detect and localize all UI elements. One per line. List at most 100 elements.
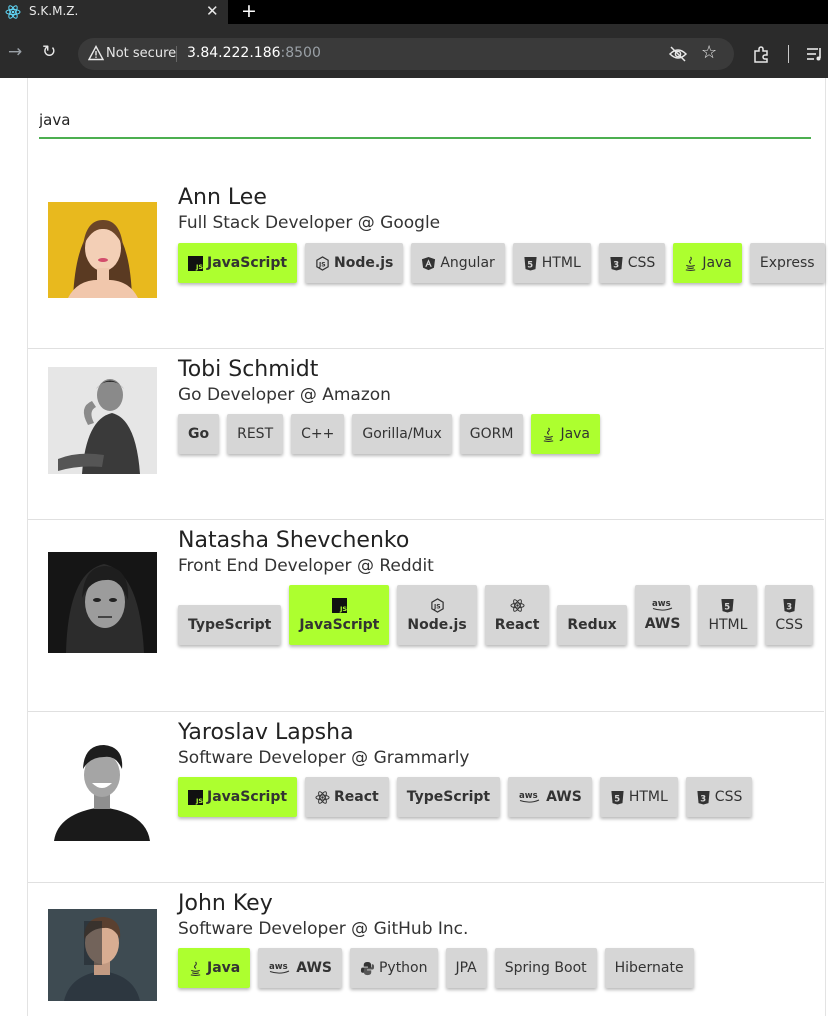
svg-text:3: 3 <box>786 601 792 611</box>
skill-chip-react[interactable]: React <box>305 777 389 817</box>
skill-chip-spring-boot[interactable]: Spring Boot <box>494 948 597 988</box>
skill-chip-hibernate[interactable]: Hibernate <box>604 948 694 988</box>
skill-chip-typescript[interactable]: TypeScript <box>178 605 282 645</box>
skill-chip-html[interactable]: 5 HTML <box>698 585 758 645</box>
skill-label: JavaScript <box>207 789 288 805</box>
skill-chip-nodejs[interactable]: JS Node.js <box>305 243 404 283</box>
skill-chip-nodejs[interactable]: JS Node.js <box>397 585 477 645</box>
skill-label: AWS <box>546 789 582 805</box>
aws-icon: aws <box>269 962 290 974</box>
skill-label: Go <box>188 426 210 442</box>
skill-label: JPA <box>455 960 477 976</box>
skill-chip-aws[interactable]: aws AWS <box>508 777 592 817</box>
skill-chip-aws[interactable]: aws AWS <box>634 585 691 645</box>
skill-chip-html[interactable]: 5 HTML <box>599 777 678 817</box>
skill-label: Python <box>378 960 428 976</box>
python-icon <box>360 961 375 975</box>
skill-chip-javascript[interactable]: JS JavaScript <box>178 243 298 283</box>
developer-card: Natasha Shevchenko Front End Developer @… <box>28 520 824 712</box>
skill-chip-react[interactable]: React <box>484 585 550 645</box>
security-label[interactable]: Not secure <box>106 46 176 61</box>
url-port: :8500 <box>280 45 321 61</box>
nodejs-icon: JS <box>316 255 329 271</box>
skill-label: Java <box>207 960 241 976</box>
developer-card: Ann Lee Full Stack Developer @ Google JS… <box>28 137 825 349</box>
skill-label: AWS <box>296 960 332 976</box>
skill-chip-aws[interactable]: aws AWS <box>258 948 342 988</box>
skill-chip-css[interactable]: 3 CSS <box>685 777 753 817</box>
svg-text:aws: aws <box>519 791 538 801</box>
skill-chip-java[interactable]: Java <box>178 948 251 988</box>
java-icon <box>190 961 201 976</box>
skill-chip-express[interactable]: Express <box>749 243 825 283</box>
developer-name: John Key <box>178 891 273 916</box>
extensions-icon[interactable] <box>752 46 770 64</box>
js-icon: JS <box>188 255 203 271</box>
developer-role: Software Developer @ GitHub Inc. <box>178 919 469 939</box>
skill-chip-jpa[interactable]: JPA <box>445 948 487 988</box>
css3-icon: 3 <box>783 598 796 613</box>
skill-label: Angular <box>440 255 495 271</box>
eye-off-icon[interactable] <box>668 45 688 63</box>
skill-label: Redux <box>567 617 617 633</box>
skill-chip-css[interactable]: 3 CSS <box>765 585 813 645</box>
css3-icon: 3 <box>697 790 710 805</box>
forward-icon[interactable]: → <box>8 42 22 62</box>
developer-name: Natasha Shevchenko <box>178 528 410 553</box>
skill-label: Java <box>560 426 591 442</box>
svg-text:5: 5 <box>527 259 533 269</box>
js-icon: JS <box>331 597 347 613</box>
warning-icon <box>88 45 104 61</box>
svg-text:JS: JS <box>339 605 347 613</box>
skill-label: React <box>334 789 379 805</box>
skill-chip-html[interactable]: 5 HTML <box>512 243 591 283</box>
skill-chip-python[interactable]: Python <box>349 948 438 988</box>
skill-chip-rest[interactable]: REST <box>227 414 284 454</box>
skill-chip-java[interactable]: Java <box>673 243 742 283</box>
skill-label: TypeScript <box>188 617 272 633</box>
avatar <box>48 552 157 653</box>
angular-icon <box>422 256 436 270</box>
svg-text:JS: JS <box>195 797 203 805</box>
skill-chip-redux[interactable]: Redux <box>557 605 627 645</box>
skill-chip-go[interactable]: Go <box>178 414 220 454</box>
skill-chip-css[interactable]: 3 CSS <box>598 243 666 283</box>
skill-chip-java[interactable]: Java <box>531 414 601 454</box>
browser-toolbar: → ↻ Not secure 3.84.222.186:8500 ☆ <box>0 24 828 78</box>
url-text[interactable]: 3.84.222.186:8500 <box>187 45 321 61</box>
address-bar[interactable]: Not secure 3.84.222.186:8500 ☆ <box>78 38 734 70</box>
skill-chip-javascript[interactable]: JS JavaScript <box>178 777 298 817</box>
svg-text:5: 5 <box>725 601 731 611</box>
skill-label: GORM <box>469 426 514 442</box>
svg-text:JS: JS <box>433 603 441 610</box>
skill-label: Java <box>702 255 732 271</box>
skill-label: JavaScript <box>207 255 288 271</box>
react-favicon-icon <box>5 5 21 19</box>
browser-tab[interactable]: S.K.M.Z. ✕ <box>0 0 228 24</box>
avatar <box>48 367 157 474</box>
reload-icon[interactable]: ↻ <box>42 42 56 62</box>
search-input[interactable] <box>39 101 811 139</box>
svg-text:5: 5 <box>614 793 620 803</box>
new-tab-icon[interactable]: + <box>241 0 257 22</box>
skill-list: JS JavaScript JS Node.js Angular 5 HTML … <box>178 243 825 283</box>
skill-label: AWS <box>644 616 681 632</box>
tab-close-icon[interactable]: ✕ <box>206 2 219 20</box>
skill-chip-typescript[interactable]: TypeScript <box>396 777 501 817</box>
skill-label: CSS <box>627 255 656 271</box>
avatar <box>48 909 157 1001</box>
skill-label: HTML <box>628 789 668 805</box>
skill-chip-cpp[interactable]: C++ <box>291 414 345 454</box>
skill-chip-gorm[interactable]: GORM <box>459 414 524 454</box>
bookmark-star-icon[interactable]: ☆ <box>701 42 717 63</box>
toolbar-divider <box>788 45 789 63</box>
skill-chip-javascript[interactable]: JS JavaScript <box>289 585 390 645</box>
skill-chip-gorilla-mux[interactable]: Gorilla/Mux <box>352 414 452 454</box>
skill-list: JS JavaScript React TypeScript aws AWS 5… <box>178 777 753 817</box>
skill-chip-angular[interactable]: Angular <box>411 243 505 283</box>
svg-text:JS: JS <box>195 263 203 271</box>
react-icon <box>315 790 330 804</box>
skill-label: C++ <box>301 426 335 442</box>
avatar <box>48 727 157 841</box>
media-queue-icon[interactable] <box>806 45 824 63</box>
